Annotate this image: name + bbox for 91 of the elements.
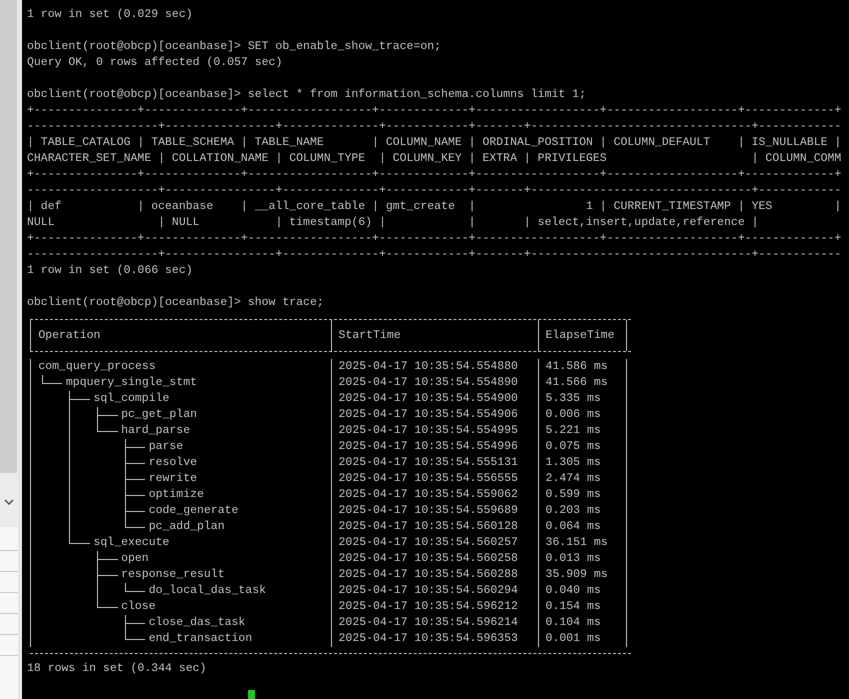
start-time-cell: 2025-04-17 10:35:54.554906 xyxy=(330,407,538,423)
elapse-time-cell: 41.566 ms xyxy=(538,375,628,391)
elapse-time-cell: 0.203 ms xyxy=(538,503,628,519)
operation-name: close xyxy=(121,599,156,615)
command-text: SET ob_enable_show_trace=on; xyxy=(248,40,442,53)
elapse-time-cell: 0.104 ms xyxy=(538,615,628,631)
elapse-time-cell: 0.064 ms xyxy=(538,519,628,535)
elapse-time-cell: 0.075 ms xyxy=(538,439,628,455)
elapse-time-cell: 0.001 ms xyxy=(538,631,628,647)
output-line: +---------------+--------------+------------------+-------------+------------------+-------------------+-------------+ xyxy=(27,168,842,181)
start-time-cell: 2025-04-17 10:35:54.555131 xyxy=(330,455,538,471)
output-line: 1 row in set (0.029 sec) xyxy=(27,8,193,21)
tree-branch-line xyxy=(96,567,118,583)
start-time-cell: 2025-04-17 10:35:54.560128 xyxy=(330,519,538,535)
operation-name: parse xyxy=(148,439,184,455)
operation-name: response_result xyxy=(121,567,225,583)
shell-prompt: obclient(root@obcp)[oceanbase]> xyxy=(27,40,241,53)
operation-name: do_local_das_task xyxy=(148,583,266,599)
tree-branch-line xyxy=(124,583,146,592)
command-text: show trace; xyxy=(248,296,324,309)
elapse-time-cell: 0.154 ms xyxy=(538,599,628,615)
column-header: Operation xyxy=(30,320,331,351)
scrollbar[interactable] xyxy=(0,0,18,527)
tree-branch-line xyxy=(96,599,118,608)
column-header: StartTime xyxy=(330,320,538,351)
output-line: NULL | NULL | timestamp(6) | | | select,insert,update,reference | xyxy=(27,216,759,229)
start-time-cell: 2025-04-17 10:35:54.556555 xyxy=(330,471,538,487)
operation-name: close_das_task xyxy=(148,615,246,631)
output-line: | TABLE_CATALOG | TABLE_SCHEMA | TABLE_NAME | COLUMN_NAME | ORDINAL_POSITION | COLUMN_DEFAULT | IS_NULLABLE | xyxy=(27,136,842,149)
elapse-time-cell: 0.013 ms xyxy=(538,551,628,567)
output-line: CHARACTER_SET_NAME | COLLATION_NAME | COLUMN_TYPE | COLUMN_KEY | EXTRA | PRIVILEGES | COLUMN_COMM xyxy=(27,152,842,165)
elapse-time-cell: 0.599 ms xyxy=(538,487,628,503)
output-line: 18 rows in set (0.344 sec) xyxy=(27,662,206,675)
tree-branch-line xyxy=(96,551,118,567)
chevron-down-icon[interactable] xyxy=(4,499,14,505)
elapse-time-cell: 0.040 ms xyxy=(538,583,628,599)
operation-name: resolve xyxy=(148,455,197,471)
output-line: +---------------+--------------+------------------+-------------+------------------+-------------------+-------------+ xyxy=(27,232,842,245)
elapse-time-cell: 5.221 ms xyxy=(538,423,628,439)
start-time-cell: 2025-04-17 10:35:54.554890 xyxy=(330,375,538,391)
output-line: +---------------+--------------+------------------+-------------+------------------+-------------------+-------------+ xyxy=(27,104,842,117)
start-time-cell: 2025-04-17 10:35:54.596353 xyxy=(330,631,538,647)
start-time-cell: 2025-04-17 10:35:54.554995 xyxy=(330,423,538,439)
operation-name: mpquery_single_stmt xyxy=(66,375,198,391)
start-time-cell: 2025-04-17 10:35:54.559689 xyxy=(330,503,538,519)
operation-name: rewrite xyxy=(148,471,197,487)
tree-branch-line xyxy=(124,455,146,471)
start-time-cell: 2025-04-17 10:35:54.554900 xyxy=(330,391,538,407)
start-time-cell: 2025-04-17 10:35:54.559062 xyxy=(330,487,538,503)
operation-name: hard_parse xyxy=(121,423,190,439)
elapse-time-cell: 0.006 ms xyxy=(538,407,628,423)
tree-branch-line xyxy=(69,391,90,407)
elapse-time-cell: 35.909 ms xyxy=(538,567,628,583)
command-text: select * from information_schema.columns limit 1; xyxy=(248,88,586,101)
operation-name: code_generate xyxy=(148,503,238,519)
shell-prompt: obclient(root@obcp)[oceanbase]> xyxy=(27,88,241,101)
operation-name: sql_execute xyxy=(94,535,170,551)
start-time-cell: 2025-04-17 10:35:54.596214 xyxy=(330,615,538,631)
shell-prompt: obclient(root@obcp)[oceanbase]> xyxy=(27,296,241,309)
output-line: 1 row in set (0.066 sec) xyxy=(27,264,193,277)
start-time-cell: 2025-04-17 10:35:54.560257 xyxy=(330,535,538,551)
column-header: ElapseTime xyxy=(538,320,628,351)
operation-name: optimize xyxy=(148,487,204,503)
tree-branch-line xyxy=(124,439,146,455)
tree-branch-line xyxy=(124,487,146,503)
output-line: Query OK, 0 rows affected (0.057 sec) xyxy=(27,56,282,69)
output-line: -------------------+----------------+--------------+------------+-------+--------------------------------+------------ xyxy=(27,184,842,197)
elapse-time-cell: 41.586 ms xyxy=(538,359,628,375)
elapse-time-cell: 2.474 ms xyxy=(538,471,628,487)
start-time-cell: 2025-04-17 10:35:54.554880 xyxy=(330,359,538,375)
start-time-cell: 2025-04-17 10:35:54.596212 xyxy=(330,599,538,615)
operation-name: sql_compile xyxy=(94,391,170,407)
start-time-cell: 2025-04-17 10:35:54.560288 xyxy=(330,567,538,583)
operation-name: pc_add_plan xyxy=(148,519,225,535)
operation-name: end_transaction xyxy=(148,631,252,647)
tree-branch-line xyxy=(124,471,146,487)
output-line: | def | oceanbase | __all_core_table | gmt_create | 1 | CURRENT_TIMESTAMP | YES | xyxy=(27,200,842,213)
elapse-time-cell: 1.305 ms xyxy=(538,455,628,471)
start-time-cell: 2025-04-17 10:35:54.554996 xyxy=(330,439,538,455)
elapse-time-cell: 36.151 ms xyxy=(538,535,628,551)
elapse-time-cell: 5.335 ms xyxy=(538,391,628,407)
output-line: -------------------+----------------+--------------+------------+-------+--------------------------------+------------ xyxy=(27,248,842,261)
start-time-cell: 2025-04-17 10:35:54.560294 xyxy=(330,583,538,599)
scrollbar-thumb[interactable] xyxy=(0,0,17,473)
operation-name: com_query_process xyxy=(38,359,156,375)
output-line: -------------------+----------------+--------------+------------+-------+--------------------------------+------------ xyxy=(27,120,842,133)
operation-name: pc_get_plan xyxy=(121,407,198,423)
tree-branch-line xyxy=(69,535,90,544)
operation-name: open xyxy=(121,551,149,567)
tree-branch-line xyxy=(42,375,62,384)
start-time-cell: 2025-04-17 10:35:54.560258 xyxy=(330,551,538,567)
